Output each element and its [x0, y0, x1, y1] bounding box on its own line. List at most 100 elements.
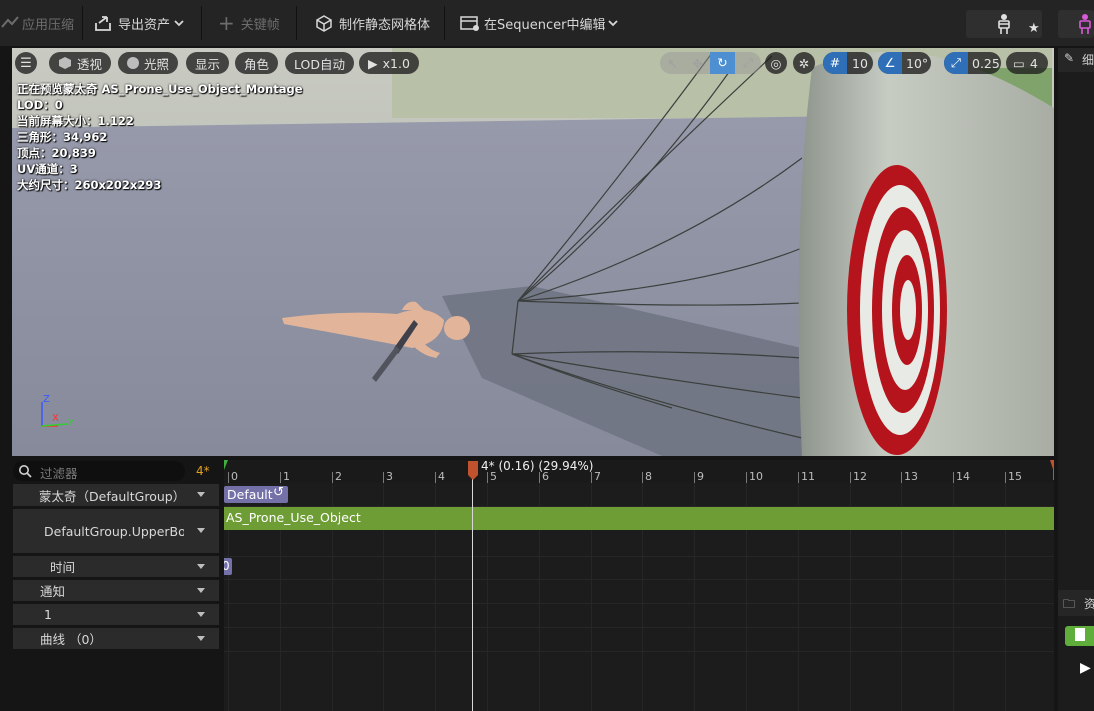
pencil-icon: ✎	[1064, 51, 1075, 65]
compression-icon	[1, 16, 19, 28]
ruler-tick	[539, 472, 540, 483]
select-icon[interactable]: ↖	[660, 56, 685, 71]
timing-label: 时间	[50, 560, 76, 575]
surface-snap-button[interactable]: ✲	[793, 52, 815, 74]
lit-mode-button[interactable]: 光照	[118, 52, 179, 74]
notify-track-1[interactable]: 1	[13, 604, 219, 625]
search-icon	[19, 465, 32, 478]
start-marker[interactable]	[224, 460, 236, 480]
camera-icon: ▭	[1013, 55, 1025, 71]
details-side-panel: ✎ 细 🗀 资 ▶	[1058, 48, 1094, 711]
screen-size-stat: 当前屏幕大小：1.122	[17, 114, 134, 128]
chevron-down-icon[interactable]	[197, 563, 205, 569]
ruler-tick	[746, 472, 747, 483]
scale-snap-icon: ⤢	[944, 52, 968, 74]
transform-mode-group: ↖ ✥ ↻ ⤢	[660, 52, 761, 74]
skeleton-icon	[998, 14, 1010, 34]
playhead-handle[interactable]	[467, 461, 479, 481]
timing-track[interactable]: 时间	[13, 556, 219, 577]
perspective-button[interactable]: 透视	[49, 52, 112, 74]
montage-group-track[interactable]: 蒙太奇（DefaultGroup）	[13, 484, 219, 506]
ruler-tick	[1005, 472, 1006, 483]
camera-speed-value: 4	[1029, 55, 1038, 71]
chevron-down-icon[interactable]	[197, 587, 205, 593]
axis-x-label: X	[52, 413, 59, 424]
move-icon[interactable]: ✥	[685, 56, 710, 71]
play-rate-label: x1.0	[382, 55, 410, 71]
timing-marker[interactable]: 0	[224, 558, 232, 575]
lod-button[interactable]: LOD自动	[285, 52, 354, 74]
edit-in-sequencer-label: 在Sequencer中编辑	[484, 17, 606, 33]
row-divider	[224, 603, 1054, 604]
coordinate-space-button[interactable]: ◎	[765, 52, 787, 74]
chevron-down-icon[interactable]	[197, 611, 205, 617]
ruler-tick-label: 9	[697, 470, 704, 483]
edit-in-sequencer-button[interactable]: 在Sequencer中编辑	[459, 8, 619, 38]
ruler-tick	[798, 472, 799, 483]
triangles-stat: 三角形：34,962	[17, 130, 108, 144]
lit-label: 光照	[144, 56, 170, 72]
chevron-down-icon[interactable]	[197, 635, 205, 641]
slot-track[interactable]: DefaultGroup.UpperBody	[13, 509, 219, 553]
ruler-tick	[642, 472, 643, 483]
ruler-ticks: 0 1 2 3 4 5 6 7 8 9 10 11 12 13 14 15	[224, 460, 1054, 711]
globe-icon: ◎	[770, 55, 782, 71]
ruler-tick-label: 4	[438, 470, 445, 483]
loop-icon: ↺	[273, 485, 284, 500]
asset-browser-tab-label: 资	[1084, 597, 1094, 611]
preview-viewport[interactable]: Z X Y ☰ 透视 光照 显示 角色 LOD自动 ▶ x1.0 ↖ ✥ ↻ ⤢…	[12, 48, 1054, 456]
curves-track[interactable]: 曲线 （0）	[13, 628, 219, 649]
asset-browser-tab[interactable]: 🗀 资	[1058, 590, 1094, 616]
ruler-tick	[383, 472, 384, 483]
ruler-tick-label: 3	[386, 470, 393, 483]
play-rate-button[interactable]: ▶ x1.0	[359, 52, 419, 74]
add-keyframe-label: 关键帧	[240, 17, 280, 33]
skeleton-mode-button[interactable]: ★	[966, 10, 1042, 38]
make-static-mesh-button[interactable]: 制作静态网格体	[314, 8, 430, 38]
rotation-snap-group[interactable]: ∠ 10°	[878, 52, 931, 74]
lod-label: LOD自动	[294, 56, 345, 72]
details-tab[interactable]: ✎ 细	[1058, 48, 1094, 72]
scale-snap-group[interactable]: ⤢ 0.25	[944, 52, 1001, 74]
character-label: 角色	[244, 56, 270, 72]
scale-icon[interactable]: ⤢	[735, 55, 761, 71]
grid-snap-group[interactable]: # 10	[823, 52, 873, 74]
montage-timeline[interactable]: 0 1 2 3 4 5 6 7 8 9 10 11 12 13 14 15 Default ↺ AS_Pron…	[224, 460, 1054, 711]
plus-icon: +	[218, 11, 235, 35]
row-divider	[224, 556, 1054, 557]
export-asset-button[interactable]: 导出资产	[93, 8, 185, 38]
toolbar-divider	[201, 6, 202, 40]
rotation-snap-value: 10°	[906, 55, 929, 71]
lod-stat: LOD：0	[17, 98, 63, 112]
rotate-icon[interactable]: ↻	[710, 52, 735, 74]
play-icon[interactable]: ▶	[1080, 660, 1091, 676]
ruler-tick	[953, 472, 954, 483]
ruler-tick-label: 15	[1008, 470, 1022, 483]
ruler-tick	[487, 472, 488, 483]
filter-placeholder: 过滤器	[40, 466, 78, 481]
sphere-icon	[127, 57, 139, 69]
apply-compression-label: 应用压缩	[22, 17, 75, 33]
montage-group-label: 蒙太奇（DefaultGroup）	[39, 488, 186, 504]
end-marker[interactable]	[1042, 460, 1054, 480]
filter-search-field[interactable]: 过滤器	[13, 461, 185, 481]
ruler-tick-label: 11	[801, 470, 815, 483]
viewport-menu-button[interactable]: ☰	[15, 52, 37, 74]
angle-icon: ∠	[878, 52, 902, 74]
character-button[interactable]: 角色	[235, 52, 279, 74]
main-toolbar: 应用压缩 导出资产 + 关键帧 制作静态网格体 在Sequencer中编辑 ★	[0, 0, 1094, 46]
camera-speed-group[interactable]: ▭ 4	[1006, 52, 1048, 74]
section-marker[interactable]: Default ↺	[224, 485, 288, 503]
ruler-tick-label: 2	[335, 470, 342, 483]
notifies-track[interactable]: 通知	[13, 580, 219, 601]
apply-compression-button[interactable]: 应用压缩	[0, 8, 74, 38]
add-keyframe-button[interactable]: + 关键帧	[218, 8, 280, 38]
chevron-down-icon[interactable]	[197, 492, 205, 497]
show-button[interactable]: 显示	[186, 52, 230, 74]
montage-segment[interactable]: AS_Prone_Use_Object	[224, 507, 1054, 530]
approx-size-stat: 大约尺寸：260x202x293	[17, 178, 162, 192]
add-asset-button[interactable]	[1065, 626, 1094, 646]
chevron-down-icon[interactable]	[197, 528, 205, 533]
physics-mode-button[interactable]	[1058, 10, 1094, 38]
timing-marker-label: 0	[224, 559, 230, 573]
